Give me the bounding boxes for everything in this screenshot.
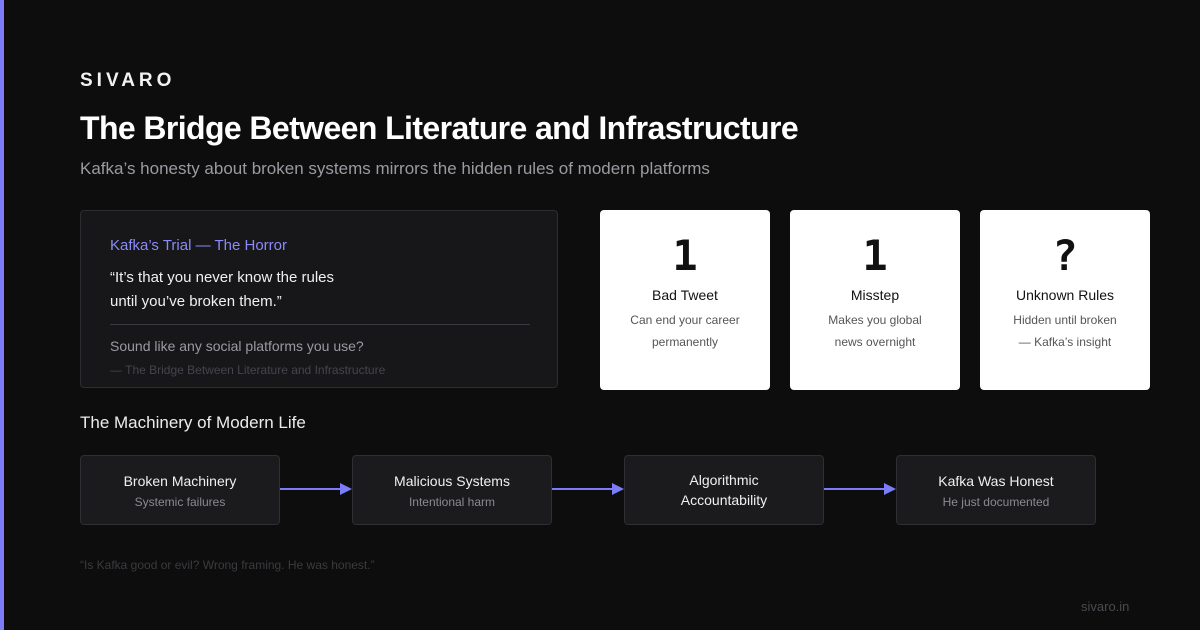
- flow-step-title: Malicious Systems: [394, 472, 510, 489]
- flow-step-subtitle: He just documented: [942, 494, 1050, 509]
- stat-desc-line-2: permanently: [651, 335, 719, 349]
- brand-logo: SIVARO: [80, 70, 176, 91]
- stat-label: Misstep: [850, 287, 900, 303]
- quote-text: “It’s that you never know the rules unti…: [110, 266, 370, 314]
- stat-desc-line-1: Makes you global: [828, 313, 922, 327]
- stat-description: Can end your career permanently: [610, 309, 760, 353]
- flow-step-algorithmic-accountability: Algorithmic Accountability: [624, 455, 824, 525]
- quote-line-2: until you’ve broken them.”: [110, 293, 282, 310]
- flow-step-malicious-systems: Malicious Systems Intentional harm: [352, 455, 552, 525]
- stat-desc-line-1: Can end your career: [630, 313, 740, 327]
- stat-value: 1: [672, 231, 698, 280]
- stat-value: ?: [1052, 231, 1078, 280]
- quote-label: Kafka’s Trial — The Horror: [110, 237, 288, 254]
- page-subtitle: Kafka’s honesty about broken systems mir…: [80, 159, 710, 178]
- stat-desc-line-2: — Kafka’s insight: [1018, 335, 1112, 349]
- quote-line-1: “It’s that you never know the rules: [110, 269, 335, 286]
- footer-site-link[interactable]: sivaro.in: [1081, 599, 1129, 614]
- stat-description: Makes you global news overnight: [800, 309, 950, 353]
- page-title: The Bridge Between Literature and Infras…: [80, 110, 799, 146]
- quote-source: — The Bridge Between Literature and Infr…: [110, 363, 386, 377]
- flow-step-kafka-was-honest: Kafka Was Honest He just documented: [896, 455, 1096, 525]
- flow-step-subtitle: Intentional harm: [408, 494, 496, 509]
- right-arrow-icon: [824, 483, 896, 495]
- flow-step-subtitle: Systemic failures: [134, 494, 226, 509]
- stat-description: Hidden until broken — Kafka’s insight: [990, 309, 1140, 353]
- flow-step-broken-machinery: Broken Machinery Systemic failures: [80, 455, 280, 525]
- footer-quote: “Is Kafka good or evil? Wrong framing. H…: [80, 558, 375, 572]
- right-arrow-icon: [552, 483, 624, 495]
- stat-desc-line-2: news overnight: [834, 335, 916, 349]
- quote-question: Sound like any social platforms you use?: [110, 338, 364, 354]
- flow-step-title: Broken Machinery: [123, 472, 237, 489]
- stat-card-bad-tweet: 1 Bad Tweet Can end your career permanen…: [600, 210, 770, 390]
- quote-divider: [110, 324, 530, 325]
- stat-label: Unknown Rules: [1015, 287, 1115, 303]
- stat-desc-line-1: Hidden until broken: [1013, 313, 1117, 327]
- stat-label: Bad Tweet: [652, 287, 718, 303]
- flow-step-title: Kafka Was Honest: [938, 472, 1054, 489]
- stat-card-unknown-rules: ? Unknown Rules Hidden until broken — Ka…: [980, 210, 1150, 390]
- flow-step-title: Algorithmic Accountability: [680, 472, 768, 508]
- stat-value: 1: [862, 231, 888, 280]
- stat-card-misstep: 1 Misstep Makes you global news overnigh…: [790, 210, 960, 390]
- right-arrow-icon: [280, 483, 352, 495]
- quote-card: Kafka’s Trial — The Horror “It’s that yo…: [80, 210, 558, 388]
- accent-bar: [0, 0, 4, 630]
- section-title: The Machinery of Modern Life: [80, 413, 306, 432]
